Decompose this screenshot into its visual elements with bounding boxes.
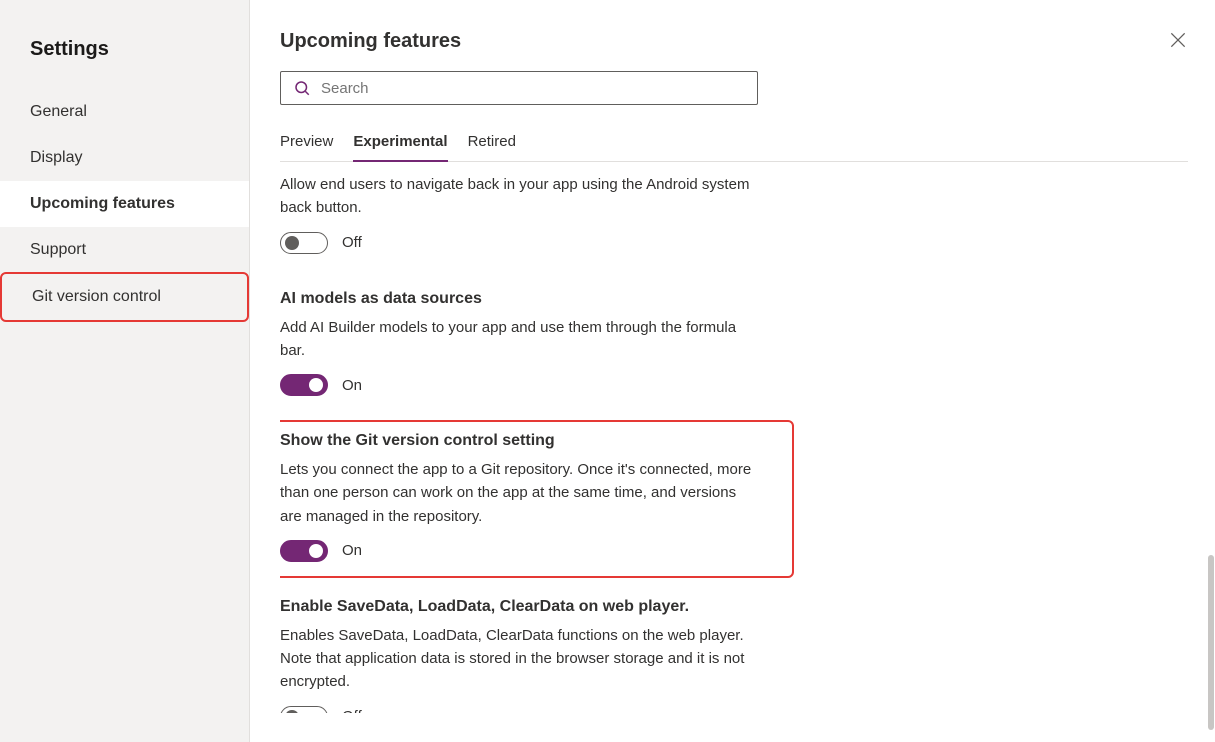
- toggle-label: Off: [342, 708, 362, 713]
- scrollbar[interactable]: [1208, 555, 1214, 730]
- tab-preview[interactable]: Preview: [280, 125, 333, 161]
- toggle-row: Off: [280, 232, 1168, 254]
- toggle-switch[interactable]: [280, 706, 328, 714]
- feature-desc: Allow end users to navigate back in your…: [280, 173, 758, 220]
- toggle-label: Off: [342, 234, 362, 251]
- feature-android-back-button: Allow end users to navigate back in your…: [280, 173, 1168, 260]
- search-input[interactable]: [321, 80, 745, 97]
- sidebar-item-general[interactable]: General: [0, 89, 249, 135]
- feature-title: AI models as data sources: [280, 290, 1168, 308]
- feature-title: Enable SaveData, LoadData, ClearData on …: [280, 598, 1168, 616]
- close-button[interactable]: [1168, 30, 1188, 53]
- search-icon: [293, 79, 311, 97]
- page-title: Upcoming features: [280, 30, 1188, 53]
- toggle-row: On: [280, 540, 1168, 562]
- tabs: Preview Experimental Retired: [280, 125, 1188, 162]
- feature-title: Show the Git version control setting: [280, 432, 1168, 450]
- sidebar-item-support[interactable]: Support: [0, 227, 249, 273]
- toggle-label: On: [342, 542, 362, 559]
- feature-git-version-control: Show the Git version control setting Let…: [280, 426, 1168, 568]
- toggle-switch[interactable]: [280, 540, 328, 562]
- sidebar-item-display[interactable]: Display: [0, 135, 249, 181]
- search-box[interactable]: [280, 71, 758, 105]
- sidebar-title: Settings: [0, 0, 249, 89]
- toggle-row: On: [280, 374, 1168, 396]
- feature-ai-models: AI models as data sources Add AI Builder…: [280, 284, 1168, 403]
- close-icon: [1168, 30, 1188, 50]
- sidebar-item-upcoming-features[interactable]: Upcoming features: [0, 181, 249, 227]
- feature-desc: Enables SaveData, LoadData, ClearData fu…: [280, 624, 758, 694]
- tab-retired[interactable]: Retired: [468, 125, 516, 161]
- toggle-switch[interactable]: [280, 374, 328, 396]
- feature-savedata-web: Enable SaveData, LoadData, ClearData on …: [280, 592, 1168, 713]
- feature-desc: Add AI Builder models to your app and us…: [280, 316, 758, 363]
- feature-desc: Lets you connect the app to a Git reposi…: [280, 458, 758, 528]
- main-panel: Upcoming features Preview Experimental R…: [250, 0, 1215, 742]
- toggle-switch[interactable]: [280, 232, 328, 254]
- settings-sidebar: Settings General Display Upcoming featur…: [0, 0, 250, 742]
- features-list[interactable]: Allow end users to navigate back in your…: [280, 173, 1188, 713]
- tab-experimental[interactable]: Experimental: [353, 125, 447, 161]
- toggle-label: On: [342, 377, 362, 394]
- sidebar-item-git-version-control[interactable]: Git version control: [0, 272, 249, 322]
- toggle-row: Off: [280, 706, 1168, 714]
